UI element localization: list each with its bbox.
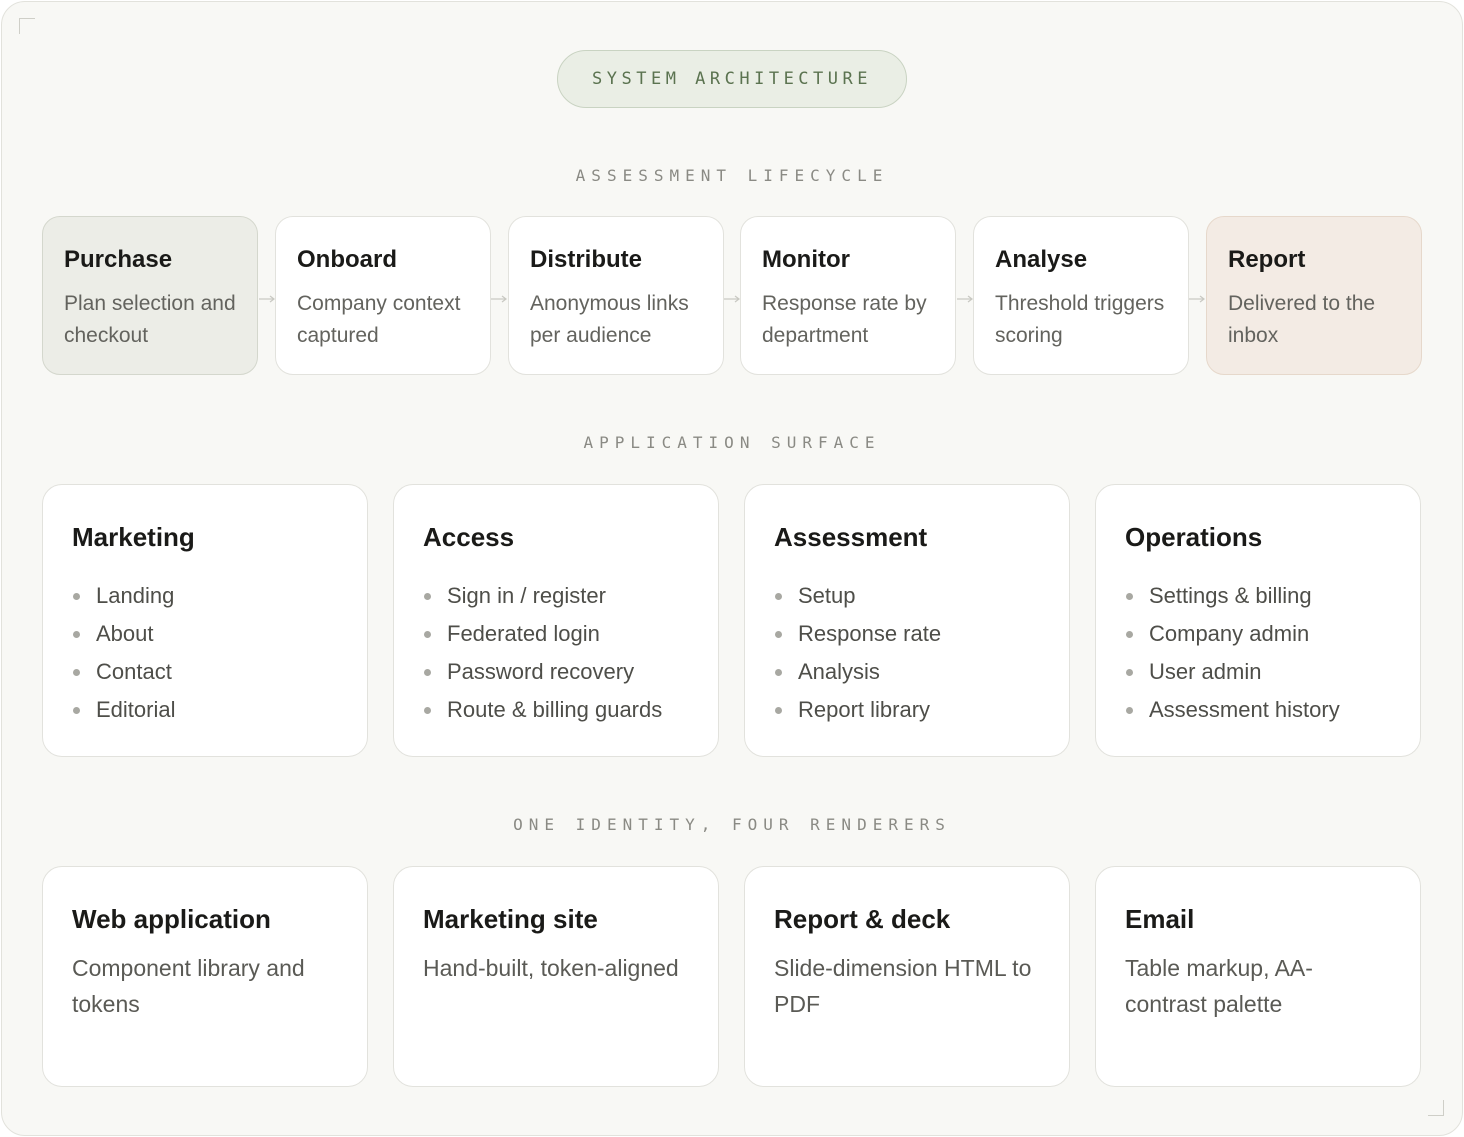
surface-item-list: Setup Response rate Analysis Report libr… bbox=[774, 577, 1069, 729]
surface-item-list: Landing About Contact Editorial bbox=[72, 577, 367, 729]
lifecycle-step-distribute: Distribute Anonymous links per audience bbox=[508, 216, 724, 375]
flow-arrow-icon bbox=[724, 295, 740, 303]
renderer-card-title: Report & deck bbox=[774, 904, 951, 934]
surface-card-title: Access bbox=[423, 522, 515, 552]
step-title: Report bbox=[1228, 246, 1306, 273]
renderer-card-web-application: Web application Component library and to… bbox=[42, 866, 368, 1087]
list-item: Federated login bbox=[423, 615, 718, 653]
corner-mark-top-left bbox=[19, 18, 35, 34]
renderer-card-title: Web application bbox=[72, 904, 271, 934]
step-title: Monitor bbox=[762, 246, 850, 273]
list-item: Route & billing guards bbox=[423, 691, 718, 729]
surface-item-list: Settings & billing Company admin User ad… bbox=[1125, 577, 1420, 729]
renderer-card-description: Table markup, AA-contrast palette bbox=[1125, 955, 1313, 1017]
flow-arrow-icon bbox=[259, 295, 275, 303]
list-item: User admin bbox=[1125, 653, 1420, 691]
renderer-card-description: Slide-dimension HTML to PDF bbox=[774, 955, 1032, 1017]
list-item: Password recovery bbox=[423, 653, 718, 691]
flow-arrow-icon bbox=[1189, 295, 1205, 303]
surface-card-title: Operations bbox=[1125, 522, 1263, 552]
step-description: Threshold triggers scoring bbox=[995, 292, 1165, 347]
step-description: Response rate by department bbox=[762, 292, 927, 347]
renderer-card-report-deck: Report & deck Slide-dimension HTML to PD… bbox=[744, 866, 1070, 1087]
surface-card-title: Marketing bbox=[72, 522, 195, 552]
list-item: Report library bbox=[774, 691, 1069, 729]
list-item: Response rate bbox=[774, 615, 1069, 653]
renderers-section-label: ONE IDENTITY, FOUR RENDERERS bbox=[513, 815, 951, 834]
renderer-card-description: Component library and tokens bbox=[72, 955, 305, 1017]
surface-card-operations: Operations Settings & billing Company ad… bbox=[1095, 484, 1421, 757]
list-item: Assessment history bbox=[1125, 691, 1420, 729]
step-title: Analyse bbox=[995, 246, 1088, 273]
surface-card-access: Access Sign in / register Federated logi… bbox=[393, 484, 719, 757]
lifecycle-step-monitor: Monitor Response rate by department bbox=[740, 216, 956, 375]
corner-mark-bottom-right bbox=[1428, 1100, 1444, 1116]
list-item: Contact bbox=[72, 653, 367, 691]
lifecycle-section-label: ASSESSMENT LIFECYCLE bbox=[575, 166, 889, 185]
step-description: Anonymous links per audience bbox=[530, 292, 689, 347]
step-title: Onboard bbox=[297, 246, 397, 273]
renderer-card-description: Hand-built, token-aligned bbox=[423, 955, 679, 981]
system-architecture-badge: SYSTEM ARCHITECTURE bbox=[557, 50, 907, 108]
step-description: Plan selection and checkout bbox=[64, 292, 236, 347]
surface-card-assessment: Assessment Setup Response rate Analysis … bbox=[744, 484, 1070, 757]
lifecycle-step-report: Report Delivered to the inbox bbox=[1206, 216, 1422, 375]
surface-card-title: Assessment bbox=[774, 522, 928, 552]
list-item: Settings & billing bbox=[1125, 577, 1420, 615]
surface-section-label: APPLICATION SURFACE bbox=[583, 433, 881, 452]
list-item: About bbox=[72, 615, 367, 653]
lifecycle-step-onboard: Onboard Company context captured bbox=[275, 216, 491, 375]
list-item: Editorial bbox=[72, 691, 367, 729]
lifecycle-step-purchase: Purchase Plan selection and checkout bbox=[42, 216, 258, 375]
renderer-card-title: Marketing site bbox=[423, 904, 598, 934]
step-title: Purchase bbox=[64, 246, 173, 273]
flow-arrow-icon bbox=[957, 295, 973, 303]
renderer-card-email: Email Table markup, AA-contrast palette bbox=[1095, 866, 1421, 1087]
list-item: Analysis bbox=[774, 653, 1069, 691]
step-description: Delivered to the inbox bbox=[1228, 292, 1376, 347]
renderer-card-marketing-site: Marketing site Hand-built, token-aligned bbox=[393, 866, 719, 1087]
flow-arrow-icon bbox=[491, 295, 507, 303]
step-description: Company context captured bbox=[297, 292, 461, 347]
lifecycle-step-analyse: Analyse Threshold triggers scoring bbox=[973, 216, 1189, 375]
surface-card-marketing: Marketing Landing About Contact Editoria… bbox=[42, 484, 368, 757]
list-item: Sign in / register bbox=[423, 577, 718, 615]
renderer-card-title: Email bbox=[1125, 904, 1195, 934]
list-item: Setup bbox=[774, 577, 1069, 615]
list-item: Landing bbox=[72, 577, 367, 615]
step-title: Distribute bbox=[530, 246, 643, 273]
surface-item-list: Sign in / register Federated login Passw… bbox=[423, 577, 718, 729]
list-item: Company admin bbox=[1125, 615, 1420, 653]
